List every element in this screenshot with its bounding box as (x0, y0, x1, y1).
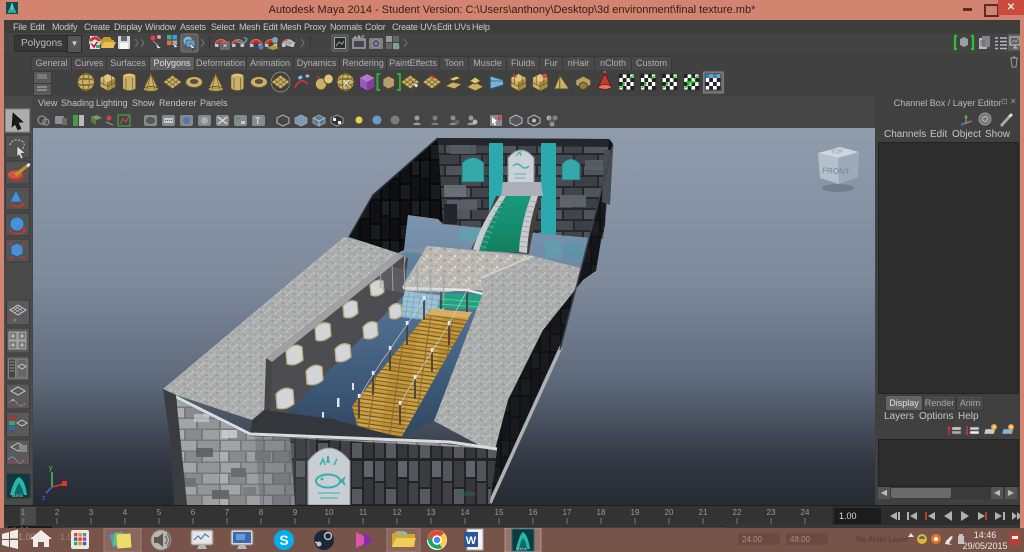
svg-text:FRONT: FRONT (822, 166, 850, 176)
svg-text:S: S (279, 532, 288, 548)
svg-text:22: 22 (733, 508, 742, 517)
svg-text:14:46: 14:46 (974, 530, 997, 540)
svg-text:y: y (49, 465, 53, 472)
svg-text:1.00: 1.00 (839, 511, 857, 521)
svg-text:12: 12 (393, 508, 402, 517)
svg-text:MAYA: MAYA (516, 547, 527, 552)
svg-text:29/05/2015: 29/05/2015 (962, 541, 1007, 551)
svg-text:7: 7 (225, 508, 230, 517)
svg-text:19: 19 (631, 508, 640, 517)
svg-text:21: 21 (699, 508, 708, 517)
svg-text:z: z (42, 495, 46, 502)
svg-text:48.00: 48.00 (790, 535, 811, 544)
svg-text:2: 2 (55, 508, 60, 517)
svg-text:MAYA: MAYA (12, 493, 23, 498)
svg-text:1: 1 (21, 508, 26, 517)
svg-text:TOP: TOP (831, 149, 844, 156)
svg-text:1.0: 1.0 (60, 532, 73, 542)
svg-text:11: 11 (359, 508, 368, 517)
svg-text:15: 15 (495, 508, 504, 517)
svg-text:17: 17 (563, 508, 572, 517)
svg-text:16: 16 (529, 508, 538, 517)
svg-text:23: 23 (767, 508, 776, 517)
svg-text:24.00: 24.00 (742, 535, 763, 544)
svg-text:6: 6 (191, 508, 196, 517)
svg-text:9: 9 (293, 508, 298, 517)
svg-text:T: T (255, 116, 261, 126)
svg-text:24: 24 (801, 508, 810, 517)
svg-text:3: 3 (89, 508, 94, 517)
svg-text:20: 20 (665, 508, 674, 517)
svg-text:14: 14 (461, 508, 470, 517)
svg-text:10: 10 (325, 508, 334, 517)
svg-text:13: 13 (427, 508, 436, 517)
svg-text:No Anim Layer: No Anim Layer (856, 535, 909, 544)
svg-text:8: 8 (259, 508, 264, 517)
svg-text:4: 4 (123, 508, 128, 517)
svg-text:W: W (466, 535, 477, 547)
svg-text:18: 18 (597, 508, 606, 517)
svg-text:5: 5 (157, 508, 162, 517)
